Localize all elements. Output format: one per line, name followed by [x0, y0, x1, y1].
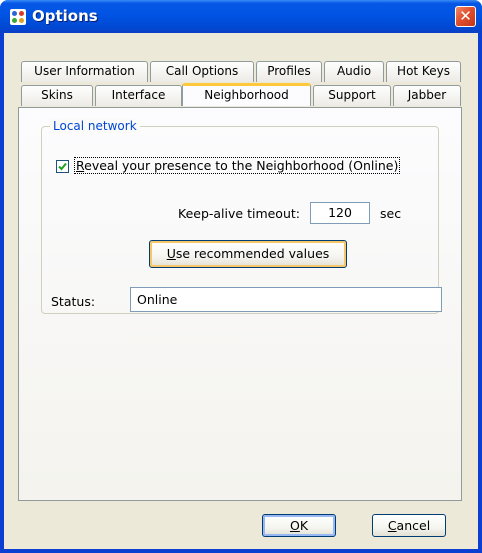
tab-profiles[interactable]: Profiles: [256, 61, 322, 82]
tab-support[interactable]: Support: [313, 85, 391, 106]
ok-button[interactable]: OK: [262, 514, 336, 537]
tab-hot-keys[interactable]: Hot Keys: [386, 61, 461, 82]
tab-neighborhood[interactable]: Neighborhood: [182, 83, 311, 106]
dialog-body: User Information Call Options Profiles A…: [4, 33, 478, 549]
keepalive-label: Keep-alive timeout:: [178, 206, 300, 221]
tab-audio[interactable]: Audio: [324, 61, 384, 82]
options-window: Options ✕ User Information Call Options …: [0, 0, 482, 553]
mnemonic-c: C: [387, 518, 397, 533]
mnemonic-o: O: [289, 518, 300, 533]
reveal-presence-label[interactable]: Reveal your presence to the Neighborhood…: [73, 157, 401, 174]
neighborhood-app-icon: [10, 9, 26, 25]
mnemonic-u: U: [166, 246, 176, 261]
tab-interface[interactable]: Interface: [95, 85, 182, 106]
keepalive-input[interactable]: 120: [310, 202, 370, 224]
recommended-text: se recommended values: [175, 246, 330, 261]
cancel-text: ancel: [396, 518, 431, 533]
use-recommended-values-button[interactable]: Use recommended values: [149, 240, 347, 268]
cancel-button[interactable]: Cancel: [372, 514, 446, 537]
tab-jabber[interactable]: Jabber: [393, 85, 461, 106]
local-network-group: Local network Reveal your presence to th…: [41, 119, 442, 314]
title-bar[interactable]: Options ✕: [0, 0, 482, 33]
group-label: Local network: [50, 119, 140, 133]
reveal-presence-text: eveal your presence to the Neighborhood …: [84, 158, 399, 173]
keepalive-unit: sec: [380, 206, 402, 221]
close-icon[interactable]: ✕: [455, 6, 476, 27]
ok-text: K: [299, 518, 309, 533]
tab-call-options[interactable]: Call Options: [150, 61, 254, 82]
tab-user-information[interactable]: User Information: [21, 61, 148, 82]
reveal-presence-checkbox[interactable]: [56, 160, 69, 173]
status-label: Status:: [51, 294, 96, 309]
mnemonic-r: R: [76, 158, 85, 173]
tab-panel-neighborhood: Local network Reveal your presence to th…: [18, 107, 462, 501]
status-field[interactable]: Online: [130, 287, 442, 312]
tab-skins[interactable]: Skins: [21, 85, 93, 106]
checkmark-icon: [58, 162, 67, 171]
window-title: Options: [32, 7, 98, 25]
